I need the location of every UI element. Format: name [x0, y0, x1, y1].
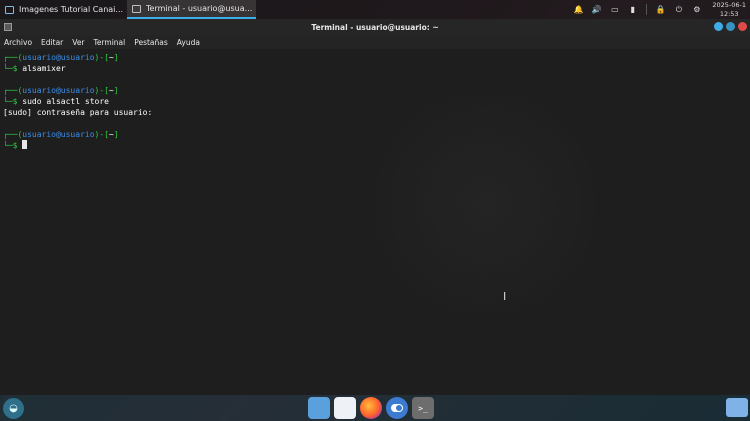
- toggle-icon[interactable]: [386, 397, 408, 419]
- prompt-symbol: └─$: [3, 141, 23, 150]
- window-title: Terminal - usuario@usuario: ~: [311, 22, 439, 32]
- output-line: [sudo] contraseña para usuario:: [3, 108, 153, 117]
- top-panel: Imagenes Tutorial Canai... Terminal - us…: [0, 0, 750, 19]
- menu-editar[interactable]: Editar: [41, 38, 63, 47]
- bottom-panel: ◒ >_: [0, 395, 750, 421]
- settings-icon[interactable]: ⚙: [692, 5, 701, 14]
- system-tray: 🔔 🔊 ▭ ▮ 🔒 ⏻ ⚙ 2025-06-1 12:53: [574, 0, 750, 19]
- mouse-ibeam-cursor-icon: I: [503, 290, 507, 303]
- tray-divider: [646, 4, 648, 15]
- toggle-switch-icon: [391, 404, 403, 412]
- prompt-box: ┌──(: [3, 130, 23, 139]
- folder-icon[interactable]: [726, 398, 748, 417]
- document-icon[interactable]: [334, 397, 356, 419]
- prompt-symbol: └─$: [3, 97, 23, 106]
- power-icon[interactable]: ⏻: [674, 5, 683, 14]
- dock: >_: [308, 397, 434, 419]
- terminal-window: Terminal - usuario@usuario: ~ Archivo Ed…: [0, 19, 750, 395]
- prompt-user: usuario@usuario: [22, 53, 95, 62]
- menu-pestanas[interactable]: Pestañas: [134, 38, 168, 47]
- command-text: sudo alsactl store: [22, 97, 109, 106]
- maximize-button[interactable]: [726, 22, 735, 31]
- menu-ayuda[interactable]: Ayuda: [177, 38, 200, 47]
- prompt-box: ]: [113, 53, 119, 62]
- clock-time: 12:53: [719, 9, 739, 18]
- folder-icon: [5, 5, 14, 14]
- terminal-icon: [132, 4, 142, 13]
- minimize-button[interactable]: [714, 22, 723, 31]
- terminal-icon[interactable]: >_: [412, 397, 434, 419]
- prompt-user: usuario@usuario: [22, 130, 95, 139]
- menu-bar: Archivo Editar Ver Terminal Pestañas Ayu…: [0, 35, 750, 49]
- taskbar-item-label: Imagenes Tutorial Canai...: [19, 5, 124, 14]
- battery-icon[interactable]: ▮: [628, 5, 637, 14]
- firefox-icon[interactable]: [360, 397, 382, 419]
- lock-icon[interactable]: 🔒: [656, 5, 666, 14]
- file-manager-icon[interactable]: [308, 397, 330, 419]
- bell-icon[interactable]: 🔔: [574, 5, 584, 14]
- clock[interactable]: 2025-06-1 12:53: [712, 1, 746, 19]
- menu-archivo[interactable]: Archivo: [4, 38, 32, 47]
- prompt-user: usuario@usuario: [22, 86, 95, 95]
- prompt-header: ┌──(usuario@usuario)-[~]: [3, 52, 750, 63]
- window-controls: [714, 22, 747, 31]
- taskbar-item-file-manager[interactable]: Imagenes Tutorial Canai...: [0, 0, 127, 19]
- menu-ver[interactable]: Ver: [72, 38, 84, 47]
- application-launcher-button[interactable]: ◒: [3, 398, 24, 419]
- taskbar-item-label: Terminal - usuario@usua...: [146, 4, 253, 13]
- command-line: └─$: [3, 140, 750, 151]
- prompt-box: ]: [113, 130, 119, 139]
- window-titlebar[interactable]: Terminal - usuario@usuario: ~: [0, 19, 750, 35]
- prompt-box: ┌──(: [3, 86, 23, 95]
- command-text: alsamixer: [22, 64, 66, 73]
- prompt-box: )-[: [94, 130, 109, 139]
- prompt-symbol: └─$: [3, 64, 23, 73]
- close-button[interactable]: [738, 22, 747, 31]
- prompt-header: ┌──(usuario@usuario)-[~]: [3, 129, 750, 140]
- prompt-header: ┌──(usuario@usuario)-[~]: [3, 85, 750, 96]
- command-line: └─$ alsamixer: [3, 63, 750, 74]
- menu-terminal[interactable]: Terminal: [94, 38, 126, 47]
- display-icon[interactable]: ▭: [610, 5, 619, 14]
- launcher-icon: ◒: [9, 403, 18, 414]
- clock-date: 2025-06-1: [712, 0, 746, 9]
- command-line: └─$ sudo alsactl store: [3, 96, 750, 107]
- terminal-app-icon[interactable]: [4, 23, 12, 31]
- taskbar-item-terminal[interactable]: Terminal - usuario@usua...: [127, 0, 257, 19]
- prompt-box: ]: [113, 86, 119, 95]
- prompt-box: ┌──(: [3, 53, 23, 62]
- terminal-output[interactable]: ┌──(usuario@usuario)-[~] └─$ alsamixer ┌…: [0, 49, 750, 395]
- prompt-box: )-[: [94, 86, 109, 95]
- prompt-box: )-[: [94, 53, 109, 62]
- text-cursor: [22, 140, 28, 149]
- volume-icon[interactable]: 🔊: [592, 5, 602, 14]
